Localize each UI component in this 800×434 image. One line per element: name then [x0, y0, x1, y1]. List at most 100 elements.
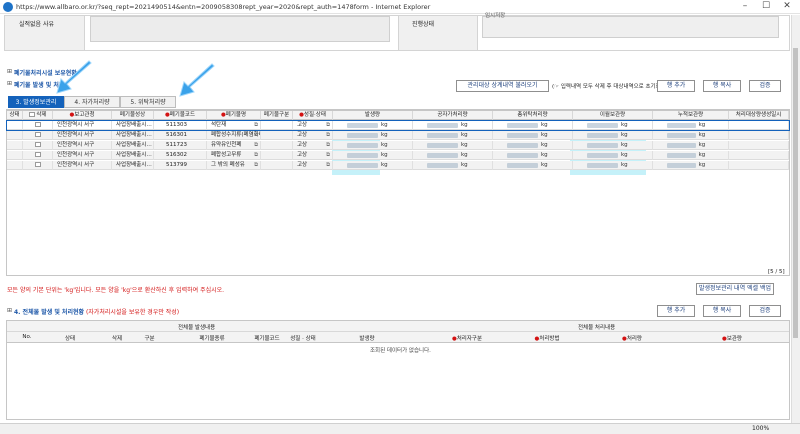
section4-add-row-button[interactable]: 행 추가 — [657, 305, 695, 317]
redacted-value — [587, 123, 618, 128]
table-cell[interactable] — [23, 151, 53, 160]
unit-label: kg — [541, 152, 548, 158]
unit-notice: 모든 양의 기본 단위는 'kg'입니다. 모든 양을 'kg'으로 환산하신 … — [7, 287, 225, 294]
table-row[interactable]: 인천광역시 서구 사업장배출시… 516302 폐합성고무류 ⧉ 고상 ⧉ kg kg kg k… — [7, 151, 789, 160]
col-header: 폐기물구분 — [261, 111, 293, 120]
cell-text: 인천광역시 서구 — [57, 122, 95, 128]
table-cell: 인천광역시 서구 — [53, 141, 112, 150]
redacted-value — [666, 123, 696, 128]
section4-col-header: ●처리량 — [622, 336, 642, 342]
status-bar — [0, 423, 800, 434]
redacted-value — [587, 143, 618, 148]
table-cell: 유약유인천폐 ⧉ — [207, 141, 261, 150]
section4-col-header: 폐기물코드 — [254, 336, 280, 342]
redacted-value — [427, 163, 458, 168]
section4-col-header: 발생량 — [359, 336, 375, 342]
popup-icon[interactable]: ⧉ — [254, 141, 258, 150]
table-cell: kg — [493, 121, 573, 130]
copy-row-button[interactable]: 행 복사 — [703, 80, 741, 92]
section4-col-header: 삭제 — [111, 336, 123, 342]
cell-text: 513799 — [166, 162, 187, 168]
delete-checkbox — [34, 122, 41, 127]
close-icon[interactable]: ✕ — [777, 0, 797, 14]
popup-icon[interactable]: ⧉ — [254, 151, 258, 160]
table-cell[interactable] — [23, 131, 53, 140]
unit-label: kg — [698, 162, 706, 168]
table-row[interactable]: 인천광역시 서구 사업장배출시… 516301 폐합성수지류(폐염화비닐… ⧉ 고상 ⧉… — [7, 131, 789, 140]
unit-label: kg — [541, 122, 548, 128]
table-cell: kg — [333, 161, 413, 170]
maximize-icon[interactable]: ☐ — [756, 0, 776, 14]
section4-col-header: 성질 · 상태 — [290, 336, 316, 342]
table-cell: kg — [653, 141, 729, 150]
table-cell: kg — [493, 151, 573, 160]
col-header: 상태 — [7, 111, 23, 120]
table-cell: 511303 — [154, 121, 207, 130]
table-cell: kg — [653, 151, 729, 160]
annotation-arrow-icon — [56, 60, 92, 94]
scrollbar-thumb[interactable] — [793, 48, 798, 338]
unit-label: kg — [461, 152, 468, 158]
redacted-value — [347, 133, 378, 138]
cell-text: 인천광역시 서구 — [57, 142, 95, 148]
section4-validate-button[interactable]: 검증 — [749, 305, 781, 317]
popup-icon[interactable]: ⧉ — [254, 161, 258, 170]
table-cell[interactable] — [23, 121, 53, 130]
table-row[interactable]: 인천광역시 서구 사업장배출시… 513799 그 밖의 폐성유 ⧉ 고상 ⧉ kg kg k… — [7, 161, 789, 170]
table-cell — [261, 141, 293, 150]
redacted-value — [507, 123, 538, 128]
table-cell — [261, 131, 293, 140]
popup-icon[interactable]: ⧉ — [326, 161, 330, 170]
add-row-button[interactable]: 행 추가 — [657, 80, 695, 92]
table-cell: kg — [573, 161, 653, 170]
popup-icon[interactable]: ⧉ — [326, 121, 330, 130]
table-cell: 사업장배출시… — [112, 121, 154, 130]
table-cell: kg — [653, 161, 729, 170]
table-cell[interactable] — [23, 161, 53, 170]
table-row[interactable]: 인천광역시 서구 사업장배출시… 511303 석탄재 ⧉ 고상 ⧉ kg kg kg kg kg — [6, 120, 790, 131]
import-note: (☞ 입력내역 모두 삭제 후 대상내역으로 초기화) — [552, 84, 663, 90]
excel-backup-button[interactable]: 발생정보관리 내역 엑셀 백업 — [696, 283, 774, 295]
unit-label: kg — [541, 162, 548, 168]
unit-label: kg — [381, 162, 388, 168]
unit-label: kg — [541, 132, 548, 138]
col-header: 발생량 — [333, 111, 413, 120]
section4-col-header: 폐기물종류 — [199, 336, 225, 342]
table-cell: kg — [493, 161, 573, 170]
table-cell — [261, 161, 293, 170]
section-bullet-icon: ⊞ — [7, 80, 13, 87]
popup-icon[interactable]: ⧉ — [254, 121, 258, 130]
section4-copy-row-button[interactable]: 행 복사 — [703, 305, 741, 317]
table-cell: kg — [653, 131, 729, 140]
minimize-icon[interactable]: – — [735, 0, 755, 14]
section4-group-left: 전체물 발생내용 — [178, 325, 216, 331]
unit-label: kg — [698, 142, 706, 148]
unit-label: kg — [621, 142, 628, 148]
table-cell: 513799 — [154, 161, 207, 170]
redacted-value — [666, 133, 696, 138]
import-button[interactable]: 관리대상 상계내역 불러오기 — [456, 80, 549, 92]
cell-text: 인천광역시 서구 — [57, 132, 95, 138]
redacted-value — [666, 143, 696, 148]
redacted-value — [666, 163, 696, 168]
popup-icon[interactable]: ⧉ — [326, 141, 330, 150]
table-cell — [729, 121, 789, 130]
table-row[interactable]: 인천광역시 서구 사업장배출시… 511723 유약유인천폐 ⧉ 고상 ⧉ kg kg kg k… — [7, 141, 789, 150]
table-cell: kg — [413, 151, 493, 160]
table-cell: kg — [653, 121, 729, 130]
status-field — [482, 16, 779, 38]
reason-textarea[interactable] — [90, 16, 390, 42]
header-divider — [7, 331, 789, 332]
section4-col-header: 구분 — [144, 336, 155, 342]
zoom-level[interactable]: 100% — [752, 425, 769, 432]
popup-icon[interactable]: ⧉ — [254, 131, 258, 140]
popup-icon[interactable]: ⧉ — [326, 151, 330, 160]
col-header: 폐기물성상 — [112, 111, 154, 120]
popup-icon[interactable]: ⧉ — [326, 131, 330, 140]
section-bullet-icon: ⊞ — [7, 68, 13, 75]
validate-button[interactable]: 검증 — [749, 80, 781, 92]
table-cell: 그 밖의 폐성유 ⧉ — [207, 161, 261, 170]
table-cell: kg — [413, 141, 493, 150]
cell-text: 사업장배출시… — [116, 132, 152, 138]
table-cell[interactable] — [23, 141, 53, 150]
